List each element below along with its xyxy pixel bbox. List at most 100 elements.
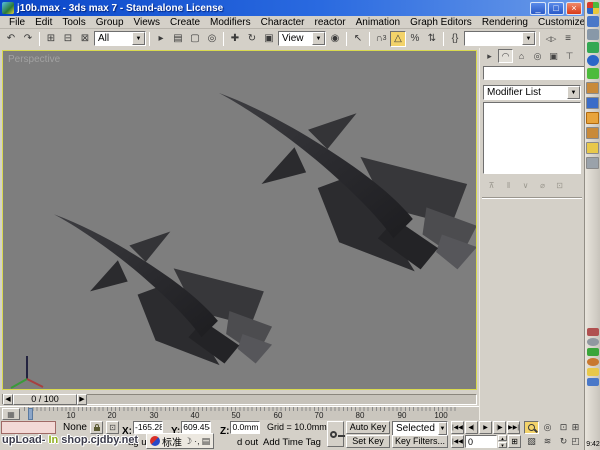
ime-punctuation-icon[interactable]: ·, — [194, 436, 200, 446]
z-value-field[interactable]: 0.0mm — [230, 421, 260, 434]
modifier-stack-list[interactable] — [483, 102, 581, 174]
taskbar-window-active[interactable] — [586, 112, 599, 124]
quicklaunch-icon-1[interactable] — [587, 16, 599, 27]
maxscript-mini-listener[interactable] — [1, 421, 56, 434]
angle-snap-icon[interactable]: △ — [390, 31, 406, 47]
quicklaunch-icon-3[interactable] — [587, 42, 599, 53]
absolute-offset-toggle-icon[interactable]: ⊡ — [106, 421, 119, 434]
frame-forward-icon[interactable]: ▶ — [77, 394, 87, 405]
redo-icon[interactable]: ↷ — [20, 31, 36, 47]
menu-views[interactable]: Views — [129, 17, 166, 28]
key-filters-button[interactable]: Key Filters... — [392, 435, 448, 448]
chevron-down-icon[interactable]: ▼ — [312, 32, 325, 45]
start-icon[interactable] — [587, 2, 599, 14]
menu-animation[interactable]: Animation — [351, 17, 405, 28]
previous-frame-icon[interactable]: ◀| — [465, 421, 478, 434]
quicklaunch-icon-4[interactable] — [587, 68, 599, 79]
menu-file[interactable]: File — [4, 17, 30, 28]
selection-lock-icon[interactable] — [90, 421, 103, 434]
browser-globe-icon[interactable] — [587, 55, 599, 66]
ime-fullwidth-icon[interactable]: ☽ — [184, 436, 192, 447]
chevron-down-icon[interactable]: ▼ — [522, 32, 535, 45]
volume-icon[interactable] — [587, 338, 599, 346]
object-name-field[interactable] — [483, 66, 600, 80]
tab-display-icon[interactable]: ▣ — [546, 49, 561, 63]
select-by-name-icon[interactable]: ▤ — [170, 31, 186, 47]
menu-character[interactable]: Character — [256, 17, 310, 28]
zoom-extents-all-icon[interactable]: ⊞ — [568, 421, 583, 434]
reference-coordsys-dropdown[interactable]: View ▼ — [278, 31, 326, 46]
go-to-end-icon[interactable]: ▶▶| — [507, 421, 520, 434]
folder-icon[interactable] — [586, 142, 599, 154]
taskbar-window-1[interactable] — [586, 82, 599, 94]
restore-button[interactable]: □ — [548, 2, 564, 15]
select-rotate-icon[interactable]: ↻ — [244, 31, 260, 47]
mirror-icon[interactable]: ◁▷ — [543, 31, 559, 47]
play-icon[interactable]: ▶ — [479, 421, 492, 434]
menu-edit[interactable]: Edit — [30, 17, 57, 28]
time-configuration-icon[interactable]: ⊞ — [508, 435, 521, 448]
selection-filter-dropdown[interactable]: All ▼ — [94, 31, 146, 46]
frame-back-icon[interactable]: ◀ — [3, 394, 13, 405]
zoom-icon[interactable] — [524, 421, 539, 434]
close-button[interactable]: × — [566, 2, 582, 15]
jet-model-large[interactable] — [219, 93, 477, 271]
tray-icon-3[interactable] — [587, 358, 599, 366]
ime-logo-icon[interactable] — [150, 436, 160, 446]
configure-modifier-sets-icon[interactable]: ⊡ — [552, 178, 567, 192]
region-zoom-icon[interactable]: ▧ — [524, 435, 539, 448]
ime-mode-label[interactable]: 标准 — [162, 434, 182, 449]
menu-create[interactable]: Create — [165, 17, 205, 28]
current-frame-field[interactable] — [465, 435, 497, 448]
tray-network-icon[interactable] — [587, 378, 599, 386]
select-scale-icon[interactable]: ▣ — [261, 31, 277, 47]
auto-key-button[interactable]: Auto Key — [346, 421, 390, 434]
jet-model-small[interactable] — [54, 214, 272, 365]
time-slider-button[interactable]: 0 / 100 — [13, 394, 77, 405]
min-max-toggle-icon[interactable]: ◰ — [568, 435, 583, 448]
named-selection-dropdown[interactable]: ▼ — [464, 31, 536, 46]
set-key-button[interactable]: Set Key — [346, 435, 390, 448]
track-bar-frame-marker[interactable] — [28, 408, 33, 420]
spinner-down-icon[interactable]: ▾ — [498, 442, 507, 448]
spinner-snap-icon[interactable]: ⇅ — [424, 31, 440, 47]
select-move-icon[interactable]: ✚ — [227, 31, 243, 47]
use-center-icon[interactable]: ◉ — [327, 31, 343, 47]
modifier-list-dropdown[interactable]: Modifier List ▼ — [483, 85, 581, 100]
perspective-viewport[interactable]: Perspective — [2, 50, 477, 390]
ime-language-bar[interactable]: 标准 ☽ ·, ▤ — [146, 433, 214, 449]
unlink-icon[interactable]: ⊟ — [60, 31, 76, 47]
tab-modify-icon[interactable]: ◠ — [498, 49, 513, 63]
menu-reactor[interactable]: reactor — [310, 17, 351, 28]
tray-lock-icon[interactable] — [587, 368, 599, 376]
tray-icon-1[interactable] — [587, 328, 599, 336]
set-keys-icon[interactable] — [327, 421, 344, 447]
snap-toggle-icon[interactable]: ∩3 — [373, 31, 389, 47]
mini-curve-editor-icon[interactable]: ▦ — [2, 408, 20, 420]
viewport-label[interactable]: Perspective — [8, 54, 60, 65]
zoom-all-icon[interactable]: ◎ — [540, 421, 555, 434]
time-slider-thumb[interactable]: ◀ 0 / 100 ▶ — [3, 394, 87, 405]
menu-modifiers[interactable]: Modifiers — [205, 17, 256, 28]
minimize-button[interactable]: _ — [530, 2, 546, 15]
pan-icon[interactable]: ≋ — [540, 435, 555, 448]
select-link-icon[interactable]: ⊞ — [43, 31, 59, 47]
ime-keyboard-icon[interactable]: ▤ — [202, 436, 211, 447]
menu-tools[interactable]: Tools — [57, 17, 90, 28]
selection-mode-icon[interactable]: ◎ — [204, 31, 220, 47]
key-mode-dropdown[interactable]: Selected ▼ — [392, 421, 448, 436]
bind-spacewarp-icon[interactable]: ⊠ — [77, 31, 93, 47]
go-to-start-icon[interactable]: |◀◀ — [451, 435, 464, 448]
menu-graph-editors[interactable]: Graph Editors — [405, 17, 477, 28]
align-icon[interactable]: ≡ — [560, 31, 576, 47]
show-end-result-icon[interactable]: ‖ — [501, 178, 516, 192]
chevron-down-icon[interactable]: ▼ — [567, 86, 580, 99]
make-unique-icon[interactable]: ∨ — [518, 178, 533, 192]
menu-rendering[interactable]: Rendering — [477, 17, 533, 28]
taskbar-window-3[interactable] — [586, 127, 599, 139]
menu-group[interactable]: Group — [91, 17, 129, 28]
tab-create-icon[interactable]: ▸ — [482, 49, 497, 63]
percent-snap-icon[interactable]: % — [407, 31, 423, 47]
track-bar[interactable]: ▦ 10 20 30 40 50 60 70 80 90 100 — [0, 406, 479, 420]
tab-utilities-icon[interactable]: ⊤ — [562, 49, 577, 63]
